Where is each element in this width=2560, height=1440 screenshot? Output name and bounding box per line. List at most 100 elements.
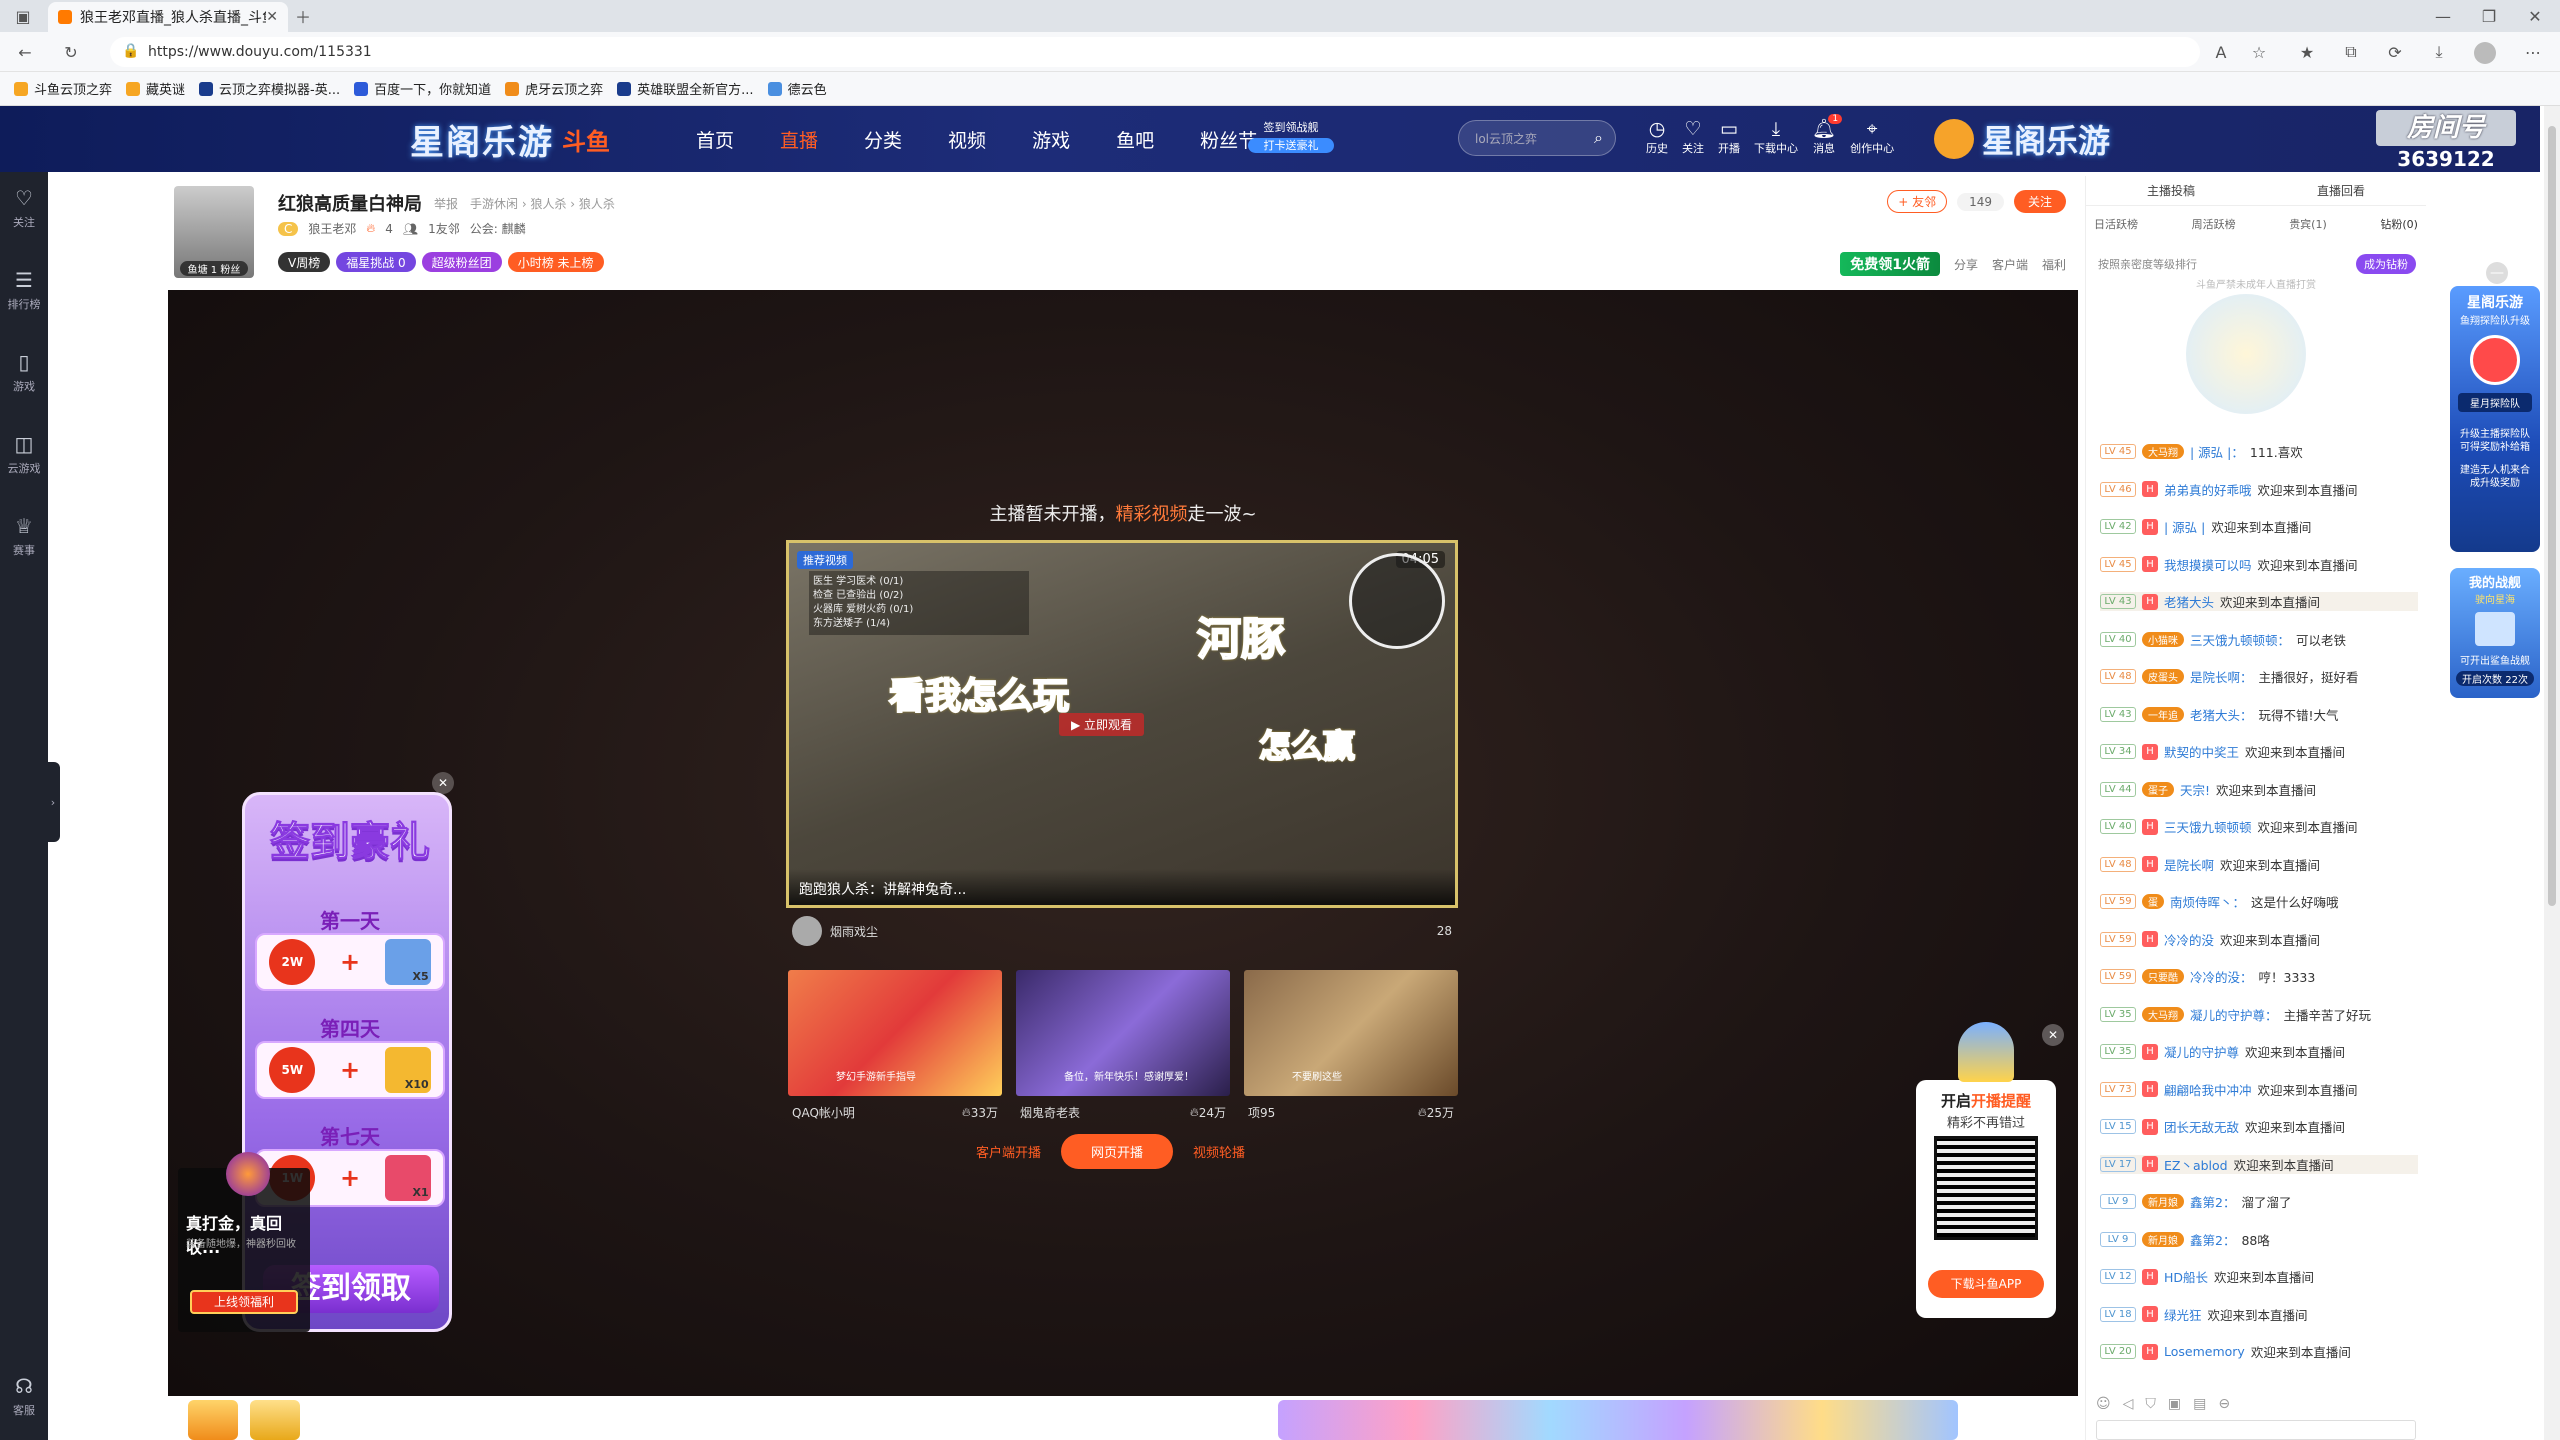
nav-fishbar[interactable]: 鱼吧 <box>1116 126 1154 153</box>
fan-club-button[interactable]: + 友邻 <box>1887 190 1948 213</box>
favorite-add-icon[interactable]: ☆ <box>2248 41 2270 63</box>
side-ad-battleship[interactable]: 我的战舰 驶向星海 可开出鲨鱼战舰 开启次数 22次 <box>2450 568 2540 698</box>
lucky-challenge-badge[interactable]: 福星挑战 0 <box>336 252 416 272</box>
chat-username[interactable]: 我想摸摸可以吗 <box>2164 555 2252 574</box>
bookmark-item[interactable]: 德云色 <box>767 79 827 98</box>
recommend-thumb[interactable]: 不要刷这些 <box>1244 970 1458 1096</box>
bookmark-item[interactable]: 藏英谜 <box>126 79 185 98</box>
sidebar-expand-handle[interactable]: › <box>46 762 60 842</box>
chat-list[interactable]: LV 45 大马翔 | 源弘 |： 111.喜欢 LV 46 H 弟弟真的好乖哦 欢迎来到本直… <box>2086 434 2426 1384</box>
become-diamond-button[interactable]: 成为钻粉 <box>2356 254 2416 274</box>
chat-username[interactable]: | 源弘 |： <box>2190 442 2244 461</box>
report-link[interactable]: 举报 <box>434 195 458 212</box>
chat-username[interactable]: 是院长啊： <box>2190 667 2253 686</box>
chat-username[interactable]: 冷冷的没： <box>2190 967 2253 986</box>
chat-username[interactable]: | 源弘 | <box>2164 517 2205 536</box>
new-tab-icon[interactable]: ＋ <box>292 5 314 27</box>
sidebar-item-service[interactable]: ☊ 客服 <box>0 1374 48 1418</box>
refresh-icon[interactable]: ↻ <box>60 41 82 63</box>
bookmark-item[interactable]: 虎牙云顶之弈 <box>505 79 603 98</box>
chat-username[interactable]: 凝儿的守护尊： <box>2190 1005 2278 1024</box>
qr-popup[interactable]: 开启开播提醒 精彩不再错过 下载斗鱼APP <box>1916 1022 2056 1318</box>
signin-close-icon[interactable]: ✕ <box>432 772 454 794</box>
bookmark-item[interactable]: 云顶之弈模拟器-英... <box>199 79 340 98</box>
chat-username[interactable]: 默契的中奖王 <box>2164 742 2239 761</box>
scrollbar-thumb[interactable] <box>2548 126 2556 906</box>
back-icon[interactable]: ← <box>14 41 36 63</box>
download-app-button[interactable]: 下载斗鱼APP <box>1928 1270 2044 1298</box>
follow-button[interactable]: ♡ 关注 <box>1682 118 1704 156</box>
chat-username[interactable]: 冷冷的没 <box>2164 930 2214 949</box>
chat-username[interactable]: 三天饿九顿顿顿： <box>2190 630 2290 649</box>
chat-username[interactable]: 南烦侍晖丶： <box>2170 892 2245 911</box>
chat-username[interactable]: 凝儿的守护尊 <box>2164 1042 2239 1061</box>
sidebar-item-follow[interactable]: ♡ 关注 <box>0 186 48 230</box>
sidebar-item-cloud-game[interactable]: ◫ 云游戏 <box>0 432 48 476</box>
bookmark-item[interactable]: 百度一下，你就知道 <box>354 79 491 98</box>
recommend-thumb[interactable]: 梦幻手游新手指导 <box>788 970 1002 1096</box>
creator-center-button[interactable]: ⌖ 创作中心 <box>1850 118 1894 156</box>
chat-username[interactable]: 翩翩哈我中冲冲 <box>2164 1080 2252 1099</box>
profile-avatar[interactable] <box>2474 42 2496 64</box>
search-icon[interactable]: ⌕ <box>1594 128 1603 148</box>
collections-icon[interactable]: ⧉ <box>2340 41 2362 63</box>
favorites-icon[interactable]: ★ <box>2296 41 2318 63</box>
chat-username[interactable]: 老猪大头： <box>2190 705 2253 724</box>
treasure-icon[interactable] <box>250 1400 300 1440</box>
search-input[interactable]: lol云顶之弈 ⌕ <box>1458 120 1616 156</box>
chat-input[interactable] <box>2096 1420 2416 1440</box>
promo-claim-button[interactable]: 上线领福利 <box>190 1290 298 1314</box>
side-ad-expedition[interactable]: 星阁乐游 鱼翔探险队升级 星月探险队 升级主播探险队可得奖励补给箱 建造无人机来… <box>2450 286 2540 552</box>
gift-small-icon[interactable]: ▣ <box>2168 1396 2181 1412</box>
tab-diamond-fans[interactable]: 钻粉(0) <box>2380 216 2418 232</box>
nav-home[interactable]: 首页 <box>696 126 734 153</box>
tab-weekly-active[interactable]: 周活跃榜 <box>2192 216 2236 232</box>
web-start-button[interactable]: 网页开播 <box>1061 1134 1174 1169</box>
chat-username[interactable]: EZ丶ablod <box>2164 1155 2228 1174</box>
more-menu-icon[interactable]: ⋯ <box>2522 41 2544 63</box>
nav-live[interactable]: 直播 <box>780 126 818 153</box>
sidebar-item-ranking[interactable]: ☰ 排行榜 <box>0 268 48 312</box>
category-breadcrumb[interactable]: 手游休闲 › 狼人杀 › 狼人杀 <box>470 195 615 212</box>
block-icon[interactable]: ⊖ <box>2218 1396 2230 1412</box>
bookmark-item[interactable]: 英雄联盟全新官方... <box>617 79 754 98</box>
nav-category[interactable]: 分类 <box>864 126 902 153</box>
super-fan-badge[interactable]: 超级粉丝团 <box>421 252 502 272</box>
tab-vip[interactable]: 贵宾(1) <box>2289 216 2327 232</box>
client-button[interactable]: 客户端 <box>1992 256 2028 273</box>
thumb-author[interactable]: QAQ帐小明 <box>792 1104 962 1121</box>
tab-actions-icon[interactable]: ▣ <box>12 5 34 27</box>
chat-username[interactable]: 天宗! <box>2180 780 2210 799</box>
hourly-rank-badge[interactable]: 小时榜 未上榜 <box>507 252 604 272</box>
chat-username[interactable]: 绿光狂 <box>2164 1305 2202 1324</box>
start-stream-button[interactable]: ▭ 开播 <box>1718 118 1740 156</box>
streamer-posts-tab[interactable]: 主播投稿 <box>2147 182 2195 199</box>
qr-close-icon[interactable]: ✕ <box>2042 1024 2064 1046</box>
client-start-button[interactable]: 客户端开播 <box>976 1142 1041 1161</box>
minimize-icon[interactable]: — <box>2432 5 2454 27</box>
restore-icon[interactable]: ❐ <box>2478 5 2500 27</box>
side-ad-collapse-icon[interactable]: — <box>2486 262 2508 284</box>
watch-now-button[interactable]: ▶ 立即观看 <box>1059 713 1145 736</box>
streamer-name[interactable]: 狼王老邓 <box>308 220 356 237</box>
signin-promo[interactable]: 签到领战舰 打卡送豪礼 <box>1248 120 1334 160</box>
free-rocket-button[interactable]: 免费领1火箭 <box>1840 252 1940 276</box>
download-icon[interactable]: ⤓ <box>2428 41 2450 63</box>
recommend-thumb[interactable]: 备位，新年快乐！感谢厚爱！ <box>1016 970 1230 1096</box>
site-logo[interactable]: 星阁乐游 斗鱼 <box>410 116 610 163</box>
window-close-icon[interactable]: ✕ <box>2524 5 2546 27</box>
speaker-icon[interactable]: ◁ <box>2123 1396 2134 1412</box>
download-center-button[interactable]: ⤓ 下载中心 <box>1754 118 1798 156</box>
chat-username[interactable]: 鑫第2： <box>2190 1230 2235 1249</box>
chat-username[interactable]: 老猪大头 <box>2164 592 2214 611</box>
share-button[interactable]: 分享 <box>1954 256 1978 273</box>
browser-tab[interactable]: 狼王老邓直播_狼人杀直播_斗鱼直... ✕ <box>48 2 288 32</box>
benefits-button[interactable]: 福利 <box>2042 256 2066 273</box>
messages-button[interactable]: 🔔︎ 消息 1 <box>1812 114 1843 156</box>
nav-video[interactable]: 视频 <box>948 126 986 153</box>
header-banner-logo[interactable]: 星阁乐游 <box>1934 116 2110 162</box>
tab-close-icon[interactable]: ✕ <box>266 9 278 25</box>
game-promo-card[interactable]: 真打金，真回收... 装备随地爆，神器秒回收 上线领福利 <box>178 1152 310 1332</box>
featured-video-card[interactable]: 推荐视频 医生 学习医术 (0/1) 检查 已查验出 (0/2) 火器库 爱树火… <box>786 540 1458 908</box>
tab-daily-active[interactable]: 日活跃榜 <box>2094 216 2138 232</box>
